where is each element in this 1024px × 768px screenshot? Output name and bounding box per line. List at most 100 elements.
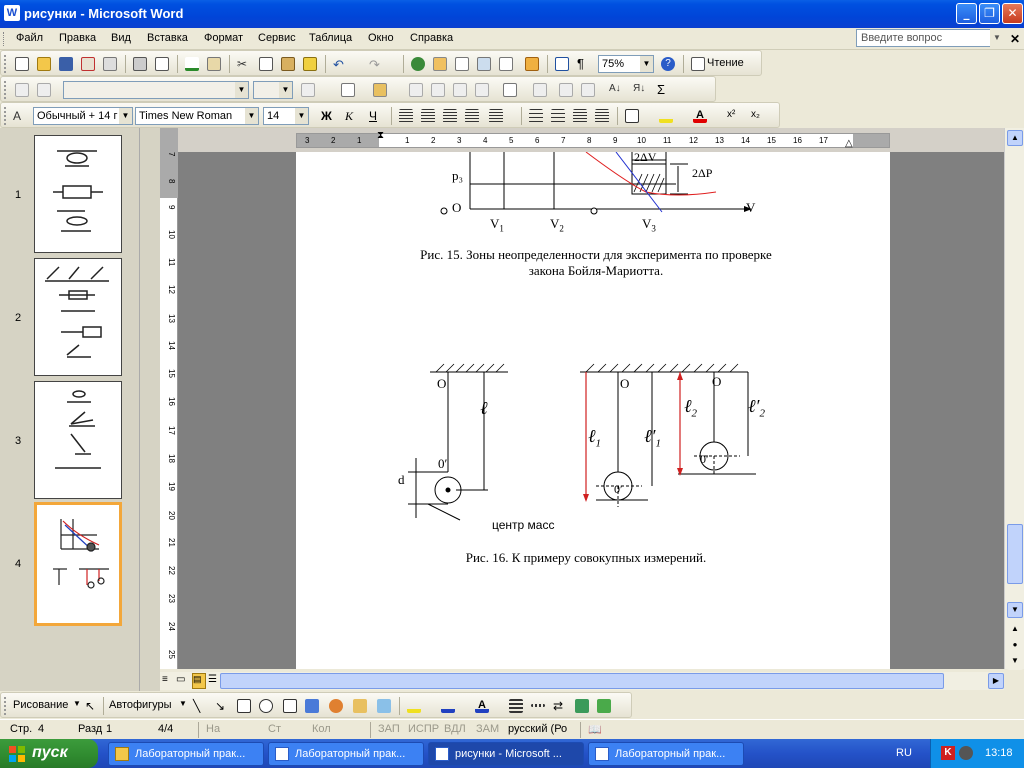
chevron-down-icon[interactable]: ▼ (179, 699, 187, 708)
size-combo-empty[interactable]: ▼ (253, 81, 293, 99)
font-color-icon[interactable]: A (473, 697, 491, 715)
taskbar-item-2[interactable]: Лабораторный прак... (268, 742, 424, 766)
web-view-icon[interactable]: ▭ (176, 674, 188, 688)
sort-descending-icon[interactable]: Я↓ (631, 81, 649, 99)
next-page-icon[interactable]: ▼ (1007, 654, 1023, 670)
menu-window[interactable]: Окно (368, 32, 394, 44)
menu-tools[interactable]: Сервис (258, 32, 296, 44)
menu-insert[interactable]: Вставка (147, 32, 188, 44)
new-document-icon[interactable] (13, 55, 31, 73)
align-center-icon[interactable] (419, 107, 437, 125)
menubar-grip[interactable] (3, 32, 6, 46)
insert-table-2-icon[interactable] (407, 81, 425, 99)
document-page[interactable]: p₃ O V 2ΔV 2ΔP V1 V2 V3 Рис. 15. Зоны не… (296, 150, 890, 669)
insert-excel-icon[interactable] (475, 55, 493, 73)
vertical-scroll-thumb[interactable] (1007, 524, 1023, 584)
3d-style-icon[interactable] (595, 697, 613, 715)
fill-color-icon[interactable] (405, 697, 423, 715)
text-direction-icon[interactable] (579, 81, 597, 99)
previous-page-icon[interactable]: ▲ (1007, 622, 1023, 638)
page-thumbnail-2[interactable] (34, 258, 122, 376)
shadow-style-icon[interactable] (573, 697, 591, 715)
split-cells-icon[interactable] (451, 81, 469, 99)
indent-marker-icon[interactable]: ⧗ (377, 130, 384, 141)
arrow-tool-icon[interactable]: ↘ (213, 697, 231, 715)
status-language[interactable]: русский (Ро (508, 723, 567, 735)
eraser-icon[interactable] (35, 81, 53, 99)
spelling-status-icon[interactable]: 📖 (588, 723, 612, 737)
reading-layout-icon[interactable] (689, 55, 707, 73)
chevron-down-icon[interactable]: ▼ (279, 82, 292, 98)
chevron-down-icon[interactable]: ▼ (990, 29, 1004, 47)
autoshapes-menu-button[interactable]: Автофигуры (109, 699, 172, 711)
increase-indent-icon[interactable] (593, 107, 611, 125)
scroll-down-icon[interactable]: ▼ (1007, 602, 1023, 618)
chevron-down-icon[interactable]: ▼ (119, 108, 132, 124)
arrow-style-icon[interactable]: ⇄ (551, 697, 569, 715)
cut-icon[interactable]: ✂ (235, 55, 253, 73)
line-color-icon[interactable] (439, 697, 457, 715)
line-color-icon[interactable] (299, 81, 317, 99)
page-thumbnail-1[interactable] (34, 135, 122, 253)
horizontal-scrollbar[interactable]: ≡ ▭ ▤ ☰ ▶ (160, 672, 1004, 690)
bold-icon[interactable]: Ж (319, 107, 337, 125)
subscript-icon[interactable]: x₂ (749, 107, 767, 125)
distribute-cols-icon[interactable] (531, 81, 549, 99)
page-thumbnail-4[interactable] (34, 502, 122, 626)
shading-icon[interactable] (371, 81, 389, 99)
permission-icon[interactable] (79, 55, 97, 73)
word-app-icon[interactable]: W (4, 5, 20, 21)
print-icon[interactable] (131, 55, 149, 73)
menu-view[interactable]: Вид (111, 32, 131, 44)
taskbar-item-3[interactable]: рисунки - Microsoft ... (428, 742, 584, 766)
menu-help[interactable]: Справка (410, 32, 453, 44)
align-left-icon[interactable] (397, 107, 415, 125)
email-icon[interactable] (101, 55, 119, 73)
horizontal-scroll-thumb[interactable] (220, 673, 944, 689)
chevron-down-icon[interactable]: ▼ (73, 699, 81, 708)
research-icon[interactable] (205, 55, 223, 73)
taskbar-item-1[interactable]: Лабораторный прак... (108, 742, 264, 766)
undo-icon[interactable]: ↶ (331, 55, 349, 73)
hyperlink-icon[interactable] (409, 55, 427, 73)
superscript-icon[interactable]: x² (725, 107, 743, 125)
chevron-down-icon[interactable]: ▼ (245, 108, 258, 124)
chevron-down-icon[interactable]: ▼ (235, 82, 248, 98)
copy-icon[interactable] (257, 55, 275, 73)
show-hide-icon[interactable]: ¶ (575, 55, 593, 73)
reading-layout-button[interactable]: Чтение (707, 57, 744, 69)
help-search-input[interactable]: Введите вопрос ▼ (856, 29, 1004, 47)
right-indent-marker-icon[interactable]: △ (845, 138, 853, 149)
toolbar-grip[interactable] (4, 697, 7, 715)
bullets-icon[interactable] (549, 107, 567, 125)
select-objects-icon[interactable]: ↖ (83, 697, 101, 715)
taskbar-item-4[interactable]: Лабораторный прак... (588, 742, 744, 766)
distribute-rows-icon[interactable] (501, 81, 519, 99)
scroll-right-icon[interactable]: ▶ (988, 673, 1004, 689)
justify-icon[interactable] (463, 107, 481, 125)
ruler-track[interactable]: 3 2 1 1 2 3 4 5 6 7 8 9 10 11 12 13 14 1… (296, 130, 890, 149)
toolbar-grip[interactable] (4, 55, 7, 73)
help-icon[interactable]: ? (659, 55, 677, 73)
thumbnail-splitter[interactable] (140, 128, 160, 691)
align-cell-icon[interactable] (473, 81, 491, 99)
status-track-changes[interactable]: ИСПР (408, 723, 439, 735)
menu-format[interactable]: Формат (204, 32, 243, 44)
columns-icon[interactable] (497, 55, 515, 73)
format-painter-icon[interactable] (301, 55, 319, 73)
oval-tool-icon[interactable] (257, 697, 275, 715)
autosum-icon[interactable]: Σ (655, 81, 673, 99)
page-thumbnail-3[interactable] (34, 381, 122, 499)
picture-icon[interactable] (375, 697, 393, 715)
spelling-icon[interactable] (183, 55, 201, 73)
drawing-menu-button[interactable]: Рисование (13, 699, 68, 711)
chevron-down-icon[interactable]: ▼ (640, 56, 653, 72)
print-layout-view-icon[interactable]: ▤ (192, 673, 206, 689)
line-style-icon[interactable] (507, 697, 525, 715)
sort-ascending-icon[interactable]: А↓ (607, 81, 625, 99)
line-spacing-icon[interactable] (487, 107, 505, 125)
restore-button[interactable]: ❐ (979, 3, 1000, 24)
document-map-icon[interactable] (553, 55, 571, 73)
font-select[interactable]: Times New Roman ▼ (135, 107, 259, 125)
draw-table-icon[interactable] (13, 81, 31, 99)
